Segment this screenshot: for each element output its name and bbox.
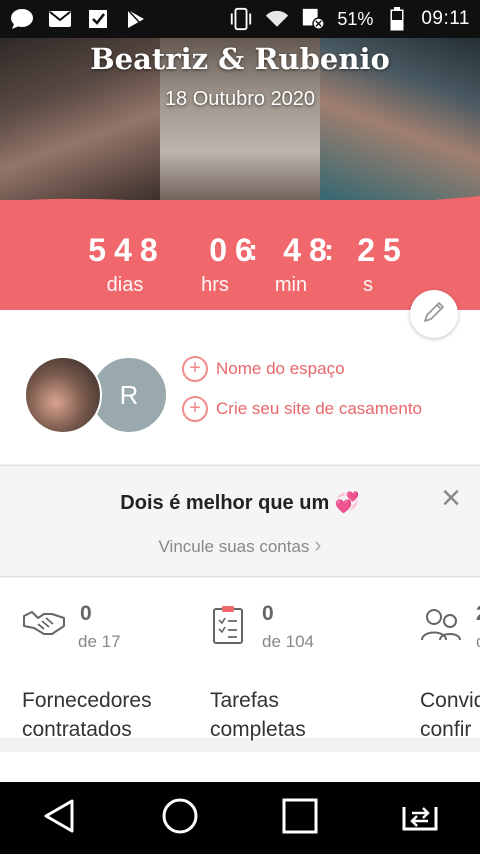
- next-section-edge: [0, 752, 480, 782]
- venue-name-label: Nome do espaço: [216, 359, 345, 378]
- stat-total: de 104: [262, 632, 314, 651]
- pencil-icon: [421, 299, 447, 330]
- battery-icon: [385, 7, 409, 31]
- plus-circle-icon: +: [182, 396, 208, 422]
- back-button[interactable]: [30, 788, 90, 848]
- wedding-app-screen: 51% 09:11 Beatriz & Rubenio 18 Outubro 2…: [0, 0, 480, 854]
- guests-icon: [420, 604, 464, 646]
- switch-icon: [398, 799, 442, 838]
- handshake-icon: [22, 604, 66, 646]
- user-avatar[interactable]: [24, 356, 102, 434]
- chevron-right-icon: ›: [314, 532, 322, 557]
- banner-title: Dois é melhor que um 💞: [120, 492, 360, 514]
- stat-label: Convid confir: [420, 689, 480, 741]
- countdown-timer: 548 dias 06 hrs : 48 min : 25 s: [0, 232, 480, 310]
- stat-count: 0: [80, 602, 92, 625]
- clock: 09:11: [421, 8, 470, 29]
- link-accounts-banner: Dois é melhor que um 💞 Vincule suas cont…: [0, 465, 480, 577]
- countdown-separator: :: [248, 234, 258, 267]
- wifi-icon: [265, 8, 289, 30]
- stat-count: 0: [262, 602, 274, 625]
- home-icon: [161, 797, 199, 840]
- create-website-label: Crie seu site de casamento: [216, 399, 422, 418]
- check-icon: [86, 8, 110, 30]
- countdown-seconds: 25: [357, 232, 409, 268]
- data-off-icon: [301, 8, 326, 30]
- wedding-date: 18 Outubro 2020: [164, 88, 316, 110]
- stat-label: Tarefas completas: [210, 689, 306, 741]
- chat-icon: [10, 8, 34, 30]
- profile-section: R + Nome do espaço + Crie seu site de ca…: [0, 310, 480, 464]
- mail-icon: [48, 8, 72, 30]
- stat-total: de: [476, 632, 480, 652]
- countdown-days: 548: [88, 232, 166, 268]
- recents-button[interactable]: [270, 788, 330, 848]
- system-nav-bar: [0, 782, 480, 854]
- hearts-icon: 💞: [334, 492, 360, 514]
- countdown-wave: [0, 196, 480, 228]
- link-accounts-link[interactable]: Vincule suas contas ›: [0, 532, 480, 558]
- countdown-separator: :: [324, 234, 334, 267]
- play-store-icon: [124, 8, 148, 30]
- create-website-link[interactable]: + Crie seu site de casamento: [182, 396, 422, 422]
- plus-circle-icon: +: [182, 356, 208, 382]
- stat-label: Fornecedores contratados: [22, 689, 152, 741]
- wedding-header: Beatriz & Rubenio 18 Outubro 2020 548 di…: [0, 38, 480, 310]
- battery-percent: 51%: [337, 8, 374, 29]
- phone-vibrate-icon: [229, 7, 253, 31]
- venue-name-link[interactable]: + Nome do espaço: [182, 356, 345, 382]
- back-icon: [42, 797, 78, 840]
- stats-row: 0 de 17 Fornecedores contratados 0 de 10…: [0, 578, 480, 741]
- checklist-icon: [210, 604, 254, 646]
- stat-count: 2: [476, 602, 480, 626]
- countdown-seconds-label: s: [363, 274, 373, 296]
- couple-names: Beatriz & Rubenio: [90, 42, 390, 76]
- edit-button[interactable]: [410, 290, 458, 338]
- stat-total: de 17: [78, 632, 121, 651]
- countdown-days-label: dias: [106, 274, 144, 296]
- close-icon[interactable]: ×: [436, 481, 466, 515]
- home-button[interactable]: [150, 788, 210, 848]
- switch-button[interactable]: [390, 788, 450, 848]
- recents-icon: [282, 798, 318, 839]
- status-bar: 51% 09:11: [0, 0, 480, 38]
